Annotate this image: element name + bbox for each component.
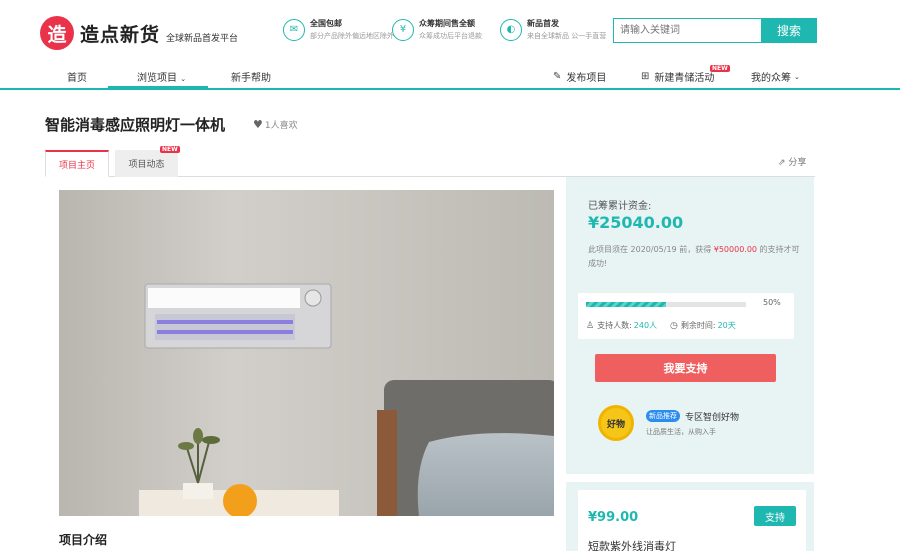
backers-label: 支持人数: — [597, 321, 632, 330]
support-button[interactable]: 我要支持 — [595, 354, 776, 382]
funding-target: ¥50000.00 — [713, 245, 758, 254]
advertiser-tag: 新品推荐 — [646, 410, 680, 422]
reward-support-button[interactable]: 支持 — [754, 506, 796, 526]
fav-count: 1人喜欢 — [264, 121, 298, 131]
gift-icon: ✉ — [283, 18, 305, 41]
share-icon: ⇗ — [778, 158, 786, 168]
reward-card: ¥99.00 支持 短款紫外线消毒灯 — [578, 490, 806, 551]
edit-icon: ✎ — [553, 71, 562, 82]
product-image — [59, 190, 554, 516]
progress-bar-fill — [586, 302, 666, 307]
nav-my-label: 我的众筹 — [751, 73, 791, 84]
feature-sub: 来自全球新品 公一手直营 — [527, 32, 607, 40]
feature-title: 新品首发 — [527, 19, 559, 28]
funding-label: 已筹累计资金: — [588, 201, 652, 212]
feature-title: 全国包邮 — [310, 19, 342, 28]
feature-refund: ¥ 众筹期间售全额 众筹成功后平台退款 — [392, 18, 482, 41]
nav-publish[interactable]: ✎ 发布项目 — [553, 69, 606, 84]
chevron-down-icon: ⌄ — [180, 75, 187, 83]
site-logo[interactable]: 造 造点新货 全球新品首发平台 — [40, 16, 238, 50]
nav-browse-label: 浏览项目 — [137, 73, 177, 84]
funding-description: 此项目须在 2020/05/19 前，获得 ¥50000.00 的支持才可成功! — [588, 243, 800, 271]
clock-icon: ◷ — [670, 320, 678, 331]
funding-panel: 已筹累计资金: ¥25040.00 此项目须在 2020/05/19 前，获得 … — [566, 177, 814, 474]
nav-new-activity-label: 新建青储活动 — [654, 73, 715, 84]
page-title: 智能消毒感应照明灯一体机 — [45, 116, 226, 134]
nav-home[interactable]: 首页 — [67, 69, 87, 84]
search-bar: 搜索 — [613, 18, 817, 43]
search-input[interactable] — [613, 18, 761, 43]
time-label: 剩余时间: — [680, 321, 716, 330]
user-icon: ♙ — [586, 320, 595, 331]
reward-panel: ¥99.00 支持 短款紫外线消毒灯 — [566, 482, 814, 551]
shield-icon: ¥ — [392, 18, 414, 41]
nav-my-crowdfunding[interactable]: 我的众筹 ⌄ — [751, 69, 800, 85]
share-button[interactable]: ⇗ 分享 — [778, 155, 806, 168]
search-button[interactable]: 搜索 — [761, 18, 817, 43]
nav-help[interactable]: 新手帮助 — [231, 69, 271, 84]
new-badge: NEW — [710, 65, 730, 72]
favorite-button[interactable]: ♥ 1人喜欢 — [253, 118, 298, 131]
tab-project-home[interactable]: 项目主页 — [45, 150, 109, 177]
reward-name: 短款紫外线消毒灯 — [588, 540, 676, 551]
progress-box: 50% ♙ 支持人数: 240人 ◷ 剩余时间: 20天 — [578, 293, 794, 339]
project-intro-heading: 项目介绍 — [59, 533, 108, 547]
feature-title: 众筹期间售全额 — [419, 19, 475, 28]
heart-icon: ♥ — [253, 118, 263, 131]
logo-tagline: 全球新品首发平台 — [166, 33, 239, 44]
advertiser-logo: 好物 — [598, 405, 634, 441]
speaker-icon: ◐ — [500, 18, 522, 41]
progress-percent: 50% — [763, 298, 781, 307]
chevron-down-icon: ⌄ — [794, 72, 800, 81]
backers-stat: ♙ 支持人数: 240人 — [586, 320, 657, 331]
progress-bar — [586, 302, 746, 307]
logo-name: 造点新货 — [80, 23, 161, 46]
time-stat: ◷ 剩余时间: 20天 — [670, 320, 736, 331]
logo-mark: 造 — [40, 16, 74, 50]
feature-free-shipping: ✉ 全国包邮 部分产品除外偏远地区除外 — [283, 18, 394, 41]
backers-value: 240人 — [633, 321, 658, 330]
product-photo-illustration — [59, 190, 554, 516]
tab-project-updates[interactable]: 项目动态 — [115, 150, 178, 177]
nav-publish-label: 发布项目 — [566, 73, 607, 84]
feature-sub: 众筹成功后平台退款 — [419, 32, 482, 40]
funding-amount: ¥25040.00 — [588, 213, 684, 232]
feature-sub: 部分产品除外偏远地区除外 — [310, 32, 394, 40]
advertiser-sub: 让品质生活，从购入手 — [646, 427, 716, 436]
feature-new-launch: ◐ 新品首发 来自全球新品 公一手直营 — [500, 18, 606, 41]
new-badge: NEW — [160, 146, 180, 153]
reward-price: ¥99.00 — [588, 510, 639, 525]
advertiser-name: 专区智创好物 — [685, 412, 740, 423]
nav-active-indicator — [108, 86, 208, 89]
site-header: 造 造点新货 全球新品首发平台 ✉ 全国包邮 部分产品除外偏远地区除外 ¥ 众筹… — [0, 0, 900, 62]
time-value: 20天 — [717, 321, 736, 330]
gift-box-icon: ⊞ — [641, 71, 650, 82]
funding-desc-pre: 此项目须在 2020/05/19 前，获得 — [588, 245, 714, 254]
advertiser-card[interactable]: 好物 新品推荐 专区智创好物 让品质生活，从购入手 — [598, 405, 739, 441]
share-label: 分享 — [788, 158, 807, 168]
nav-new-activity[interactable]: ⊞ 新建青储活动 — [641, 69, 714, 84]
